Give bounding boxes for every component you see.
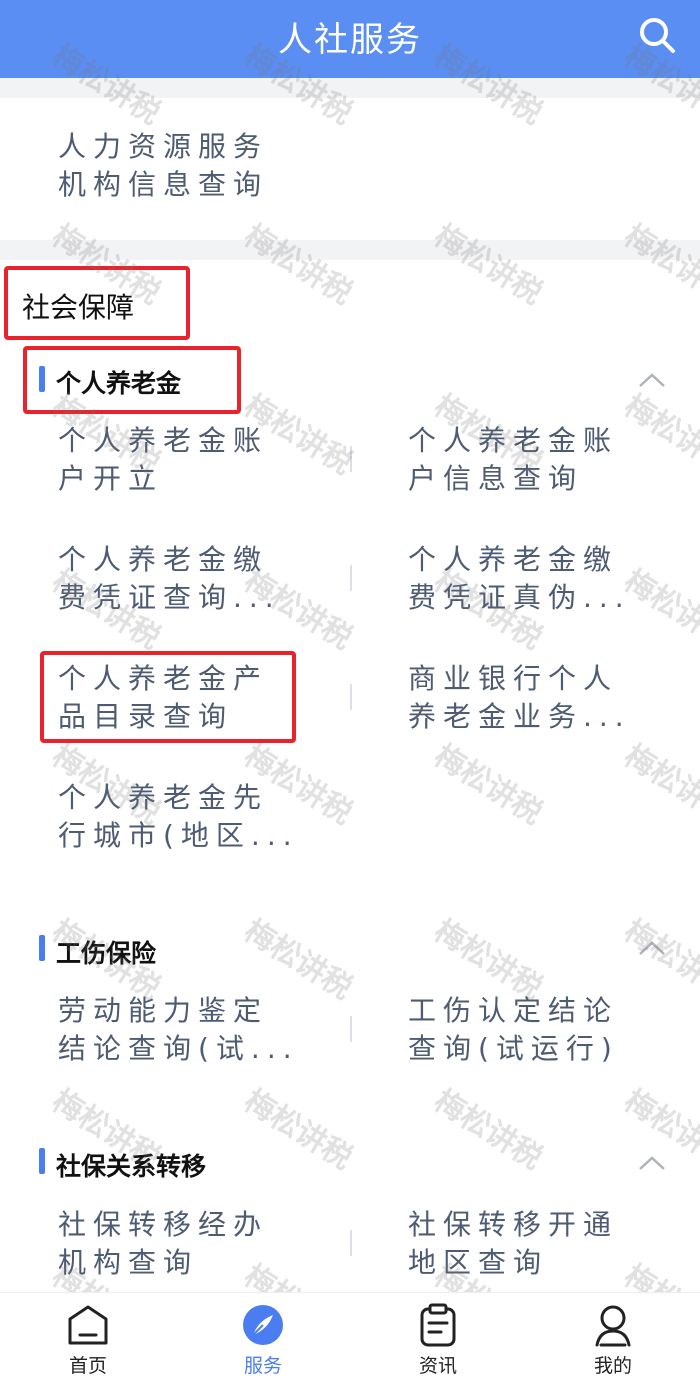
section-title-social-security: 社会保障: [22, 291, 135, 324]
watermark: 梅松讲税: [237, 218, 359, 312]
group-marker: [39, 366, 45, 392]
link-personal-pension-account-info[interactable]: 个人养老金账 户信息查询: [408, 422, 678, 498]
watermark: 梅松讲税: [427, 738, 549, 832]
section-gap: [0, 78, 700, 98]
tab-label: 我的: [593, 1355, 632, 1377]
section-gap: [0, 240, 700, 260]
watermark: 梅松讲税: [427, 218, 549, 312]
tab-news[interactable]: 资讯: [378, 1293, 498, 1383]
link-commercial-bank-pension-business[interactable]: 商业银行个人 养老金业务...: [408, 660, 678, 736]
link-pension-payment-voucher-verify[interactable]: 个人养老金缴 费凭证真伪...: [408, 541, 678, 617]
search-button[interactable]: [636, 14, 678, 56]
profile-icon: [595, 1305, 631, 1347]
page-title: 人社服务: [278, 20, 422, 60]
column-divider: [350, 684, 352, 710]
group-title-work-injury: 工伤保险: [56, 939, 157, 968]
tab-label: 服务: [243, 1355, 282, 1377]
link-transfer-region-query[interactable]: 社保转移开通 地区查询: [408, 1206, 678, 1282]
column-divider: [350, 1016, 352, 1042]
column-divider: [350, 565, 352, 591]
tab-label: 首页: [68, 1355, 107, 1377]
watermark: 梅松讲税: [617, 218, 700, 312]
watermark: 梅松讲税: [237, 1083, 359, 1177]
tab-label: 资讯: [418, 1355, 457, 1377]
column-divider: [350, 446, 352, 472]
hr-service-info-link[interactable]: 人力资源服务 机构信息查询: [58, 128, 358, 204]
link-pension-pilot-cities[interactable]: 个人养老金先 行城市(地区...: [58, 779, 328, 855]
link-work-injury-determination[interactable]: 工伤认定结论 查询(试运行): [408, 992, 678, 1068]
compass-icon: [243, 1305, 283, 1345]
link-pension-product-catalog[interactable]: 个人养老金产 品目录查询: [58, 660, 328, 736]
chevron-up-icon[interactable]: [638, 372, 666, 388]
link-personal-pension-account-open[interactable]: 个人养老金账 户开立: [58, 422, 328, 498]
tab-services[interactable]: 服务: [203, 1293, 323, 1383]
group-title-social-insurance-transfer: 社保关系转移: [56, 1152, 207, 1181]
tab-profile[interactable]: 我的: [553, 1293, 673, 1383]
link-transfer-agency-query[interactable]: 社保转移经办 机构查询: [58, 1206, 328, 1282]
group-title-personal-pension: 个人养老金: [56, 369, 182, 398]
group-marker: [39, 1148, 45, 1174]
top-bar: 人社服务: [0, 0, 700, 78]
tab-home[interactable]: 首页: [28, 1293, 148, 1383]
bottom-tab-bar: 首页 服务 资讯 我的: [0, 1292, 700, 1383]
watermark: 梅松讲税: [427, 1083, 549, 1177]
chevron-up-icon[interactable]: [638, 1155, 666, 1171]
group-marker: [39, 935, 45, 961]
home-icon: [68, 1305, 108, 1345]
link-work-capacity-appraisal[interactable]: 劳动能力鉴定 结论查询(试...: [58, 992, 328, 1068]
link-pension-payment-voucher-query[interactable]: 个人养老金缴 费凭证查询...: [58, 541, 328, 617]
search-icon: [640, 18, 675, 53]
column-divider: [350, 1230, 352, 1256]
watermark: 梅松讲税: [617, 738, 700, 832]
clipboard-icon: [420, 1303, 456, 1347]
chevron-up-icon[interactable]: [638, 940, 666, 956]
